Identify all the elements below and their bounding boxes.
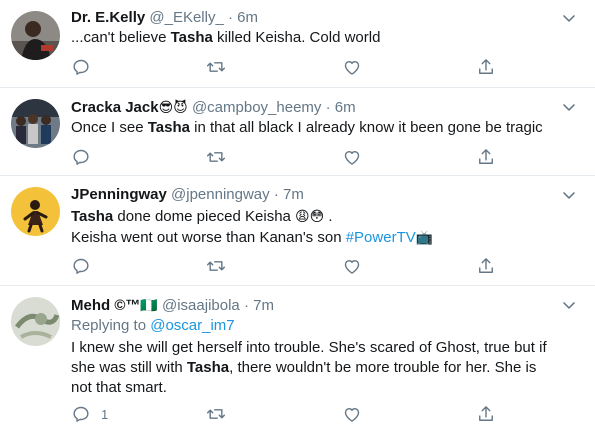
display-name[interactable]: Cracka Jack — [71, 99, 159, 116]
reply-count: 1 — [101, 406, 109, 422]
reply-icon — [71, 57, 91, 77]
reply-icon — [71, 256, 91, 276]
reply-icon — [71, 147, 91, 167]
hashtag-link[interactable]: #PowerTV — [346, 229, 416, 246]
share-icon — [476, 57, 496, 77]
separator-dot: · — [227, 9, 233, 26]
like-button[interactable] — [342, 404, 362, 424]
like-icon — [342, 147, 362, 167]
reply-button[interactable]: 1 — [71, 404, 108, 424]
share-button[interactable] — [476, 256, 496, 276]
replying-to-label: Replying to — [71, 317, 151, 334]
tweet-text-line: Keisha went out worse than Kanan's son #… — [71, 229, 434, 246]
avatar[interactable] — [11, 297, 60, 346]
tweet[interactable]: Dr. E.Kelly @_EKelly_ · 6m ...can't beli… — [0, 0, 595, 88]
separator-dot: · — [243, 297, 249, 314]
tweet[interactable]: Mehd ©™🇳🇬 @isaajibola · 7m Replying to @… — [0, 286, 595, 439]
chevron-down-icon[interactable] — [559, 97, 579, 117]
highlight-term: Tasha — [71, 208, 114, 225]
user-handle[interactable]: @jpenningway — [171, 186, 270, 203]
reply-button[interactable] — [71, 256, 91, 276]
retweet-button[interactable] — [206, 256, 226, 276]
retweet-icon — [206, 57, 226, 77]
tweet-text: ...can't believe Tasha killed Keisha. Co… — [71, 29, 381, 46]
timestamp[interactable]: 7m — [253, 297, 274, 314]
name-emoji: 😎😈 — [158, 99, 188, 115]
display-name[interactable]: Mehd ©™ — [71, 297, 140, 314]
tweet[interactable]: Cracka Jack😎😈 @campboy_heemy · 6m Once I… — [0, 88, 595, 176]
display-name[interactable]: JPenningway — [71, 186, 167, 203]
user-handle[interactable]: @_EKelly_ — [149, 9, 223, 26]
timestamp[interactable]: 6m — [335, 99, 356, 116]
reply-context: Replying to @oscar_im7 — [71, 316, 571, 336]
like-icon — [342, 256, 362, 276]
reply-button[interactable] — [71, 147, 91, 167]
separator-dot: · — [325, 99, 331, 116]
retweet-icon — [206, 404, 226, 424]
like-icon — [342, 57, 362, 77]
tweet-header: JPenningway @jpenningway · 7m — [71, 185, 304, 205]
replying-to-handle[interactable]: @oscar_im7 — [150, 317, 234, 334]
share-button[interactable] — [476, 57, 496, 77]
tweet-header: Dr. E.Kelly @_EKelly_ · 6m — [71, 8, 258, 28]
reply-button[interactable] — [71, 57, 91, 77]
like-button[interactable] — [342, 147, 362, 167]
retweet-icon — [206, 147, 226, 167]
retweet-button[interactable] — [206, 147, 226, 167]
highlight-term: Tasha — [186, 359, 230, 376]
tweet-header: Mehd ©™🇳🇬 @isaajibola · 7m — [71, 295, 274, 316]
action-bar: 1 — [71, 404, 511, 424]
like-button[interactable] — [342, 57, 362, 77]
timestamp[interactable]: 6m — [237, 9, 258, 26]
hashtag-emoji: 📺 — [415, 229, 434, 245]
separator-dot: · — [273, 186, 279, 203]
avatar[interactable] — [11, 187, 60, 236]
reply-icon — [71, 404, 91, 424]
avatar[interactable] — [11, 11, 60, 60]
avatar[interactable] — [11, 99, 60, 148]
chevron-down-icon[interactable] — [559, 295, 579, 315]
share-icon — [476, 256, 496, 276]
action-bar — [71, 57, 511, 77]
display-name[interactable]: Dr. E.Kelly — [71, 9, 145, 26]
like-icon — [342, 404, 362, 424]
tweet-text: Tasha done dome pieced Keisha 😩😳 . Keish… — [71, 206, 571, 248]
tweet-emoji: 😩😳 — [295, 208, 325, 224]
user-handle[interactable]: @isaajibola — [162, 297, 240, 314]
timestamp[interactable]: 7m — [283, 186, 304, 203]
tweet-feed: Dr. E.Kelly @_EKelly_ · 6m ...can't beli… — [0, 0, 595, 439]
retweet-button[interactable] — [206, 404, 226, 424]
user-handle[interactable]: @campboy_heemy — [192, 99, 321, 116]
like-button[interactable] — [342, 256, 362, 276]
highlight-term: Tasha — [170, 29, 213, 46]
tweet[interactable]: JPenningway @jpenningway · 7m Tasha done… — [0, 176, 595, 286]
flag-emoji: 🇳🇬 — [140, 297, 158, 313]
chevron-down-icon[interactable] — [559, 185, 579, 205]
share-button[interactable] — [476, 404, 496, 424]
chevron-down-icon[interactable] — [559, 8, 579, 28]
action-bar — [71, 256, 511, 276]
tweet-text: I knew she will get herself into trouble… — [71, 339, 547, 396]
retweet-button[interactable] — [206, 57, 226, 77]
tweet-text-line: Tasha done dome pieced Keisha 😩😳 . — [71, 208, 333, 225]
highlight-term: Tasha — [147, 119, 190, 136]
tweet-header: Cracka Jack😎😈 @campboy_heemy · 6m — [71, 97, 356, 118]
share-icon — [476, 404, 496, 424]
action-bar — [71, 147, 511, 167]
retweet-icon — [206, 256, 226, 276]
share-button[interactable] — [476, 147, 496, 167]
share-icon — [476, 147, 496, 167]
tweet-text: Once I see Tasha in that all black I alr… — [71, 119, 543, 136]
